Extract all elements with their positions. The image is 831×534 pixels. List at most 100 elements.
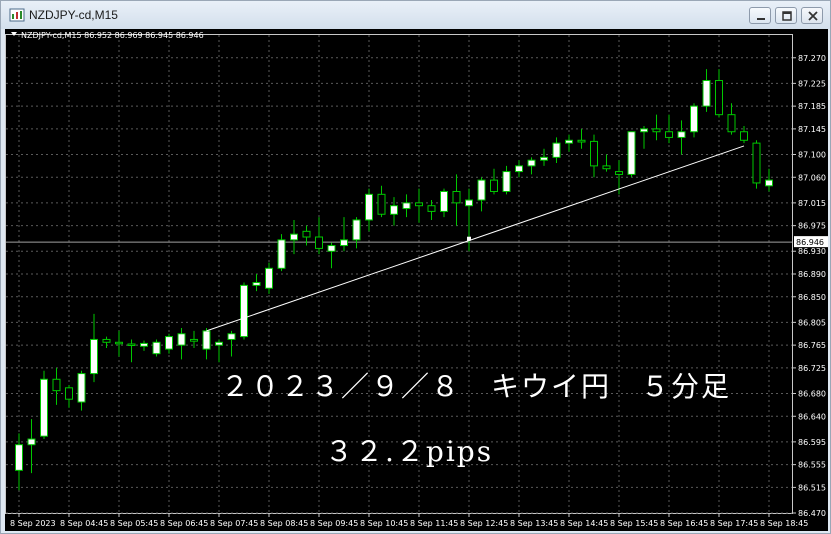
y-tick-label: 86.470 bbox=[798, 509, 826, 518]
candle-bear bbox=[715, 80, 723, 116]
y-tick-label: 86.640 bbox=[798, 412, 826, 421]
x-tick-label: 8 Sep 15:45 bbox=[610, 519, 658, 528]
chart-header-text: NZDJPY-cd,M15 86.952 86.969 86.945 86.94… bbox=[21, 31, 204, 40]
candle-bull bbox=[527, 159, 536, 167]
candle-bull bbox=[77, 373, 86, 403]
candle-bear bbox=[190, 338, 198, 342]
candle-bear bbox=[727, 114, 736, 133]
y-tick-label: 87.270 bbox=[798, 54, 826, 63]
y-tick-label: 87.185 bbox=[798, 102, 826, 111]
x-tick-label: 8 Sep 2023 bbox=[10, 519, 56, 528]
candle-bull bbox=[40, 378, 48, 437]
y-tick-label: 87.015 bbox=[798, 199, 826, 208]
candle-bear bbox=[452, 190, 461, 204]
candle-bull bbox=[702, 80, 711, 107]
candle-bull bbox=[27, 438, 36, 446]
candle-bull bbox=[690, 105, 698, 133]
title-bar[interactable]: NZDJPY-cd,M15 bbox=[1, 1, 830, 29]
maximize-button[interactable] bbox=[775, 7, 797, 24]
candle-bear bbox=[652, 128, 661, 133]
y-tick-label: 87.100 bbox=[798, 151, 826, 160]
annotation-pips: ３２.２pips bbox=[325, 435, 494, 468]
candle-bull bbox=[502, 171, 511, 192]
x-tick-label: 8 Sep 12:45 bbox=[460, 519, 508, 528]
y-tick-label: 87.145 bbox=[798, 125, 826, 134]
candle-bear bbox=[590, 140, 598, 167]
minimize-icon bbox=[757, 18, 765, 20]
candle-bull bbox=[677, 131, 686, 138]
candle-bull bbox=[177, 333, 186, 346]
candle-bull bbox=[140, 342, 148, 347]
price-chart[interactable]: 87.270 87.225 87.185 87.145 87.100 87.060 87.0… bbox=[5, 29, 828, 531]
candle-bear bbox=[377, 193, 386, 215]
trendline-midpoint-handle bbox=[467, 236, 471, 241]
x-tick-label: 8 Sep 18:45 bbox=[760, 519, 808, 528]
y-tick-label: 86.680 bbox=[798, 390, 826, 399]
candle-bull bbox=[765, 179, 773, 187]
candle-bull bbox=[340, 239, 348, 247]
candle-bear bbox=[615, 171, 623, 175]
candle-bull bbox=[352, 219, 361, 241]
x-tick-label: 8 Sep 14:45 bbox=[560, 519, 608, 528]
candle-bull bbox=[15, 444, 23, 471]
candle-bear bbox=[490, 179, 498, 192]
candle-bull bbox=[477, 179, 486, 201]
candle-bull bbox=[440, 190, 448, 212]
candle-bull bbox=[565, 139, 573, 144]
candle-bull bbox=[290, 233, 298, 241]
candle-bull bbox=[465, 199, 473, 207]
y-tick-label: 87.060 bbox=[798, 173, 826, 182]
candle-bear bbox=[665, 131, 673, 138]
candle-bear bbox=[602, 165, 611, 170]
candle-bull bbox=[152, 341, 161, 355]
candle-bear bbox=[740, 131, 748, 141]
candle-bull bbox=[277, 239, 286, 269]
current-price-label: 86.946 bbox=[796, 238, 824, 247]
candle-bear bbox=[427, 205, 436, 212]
x-tick-label: 8 Sep 06:45 bbox=[160, 519, 208, 528]
candle-bull bbox=[402, 202, 411, 210]
y-tick-label: 86.805 bbox=[798, 318, 826, 327]
close-button[interactable] bbox=[801, 7, 823, 24]
candle-bear bbox=[302, 230, 311, 238]
candle-bull bbox=[202, 330, 211, 350]
y-tick-label: 86.890 bbox=[798, 270, 826, 279]
y-tick-label: 86.555 bbox=[798, 461, 826, 470]
y-tick-label: 86.850 bbox=[798, 293, 826, 302]
candle-bull bbox=[627, 131, 636, 175]
x-tick-label: 8 Sep 08:45 bbox=[260, 519, 308, 528]
y-tick-label: 87.225 bbox=[798, 79, 826, 88]
annotation-title: ２０２３／９／８ キウイ円 ５分足 bbox=[221, 370, 732, 403]
minimize-button[interactable] bbox=[749, 7, 771, 24]
x-tick-label: 8 Sep 04:45 bbox=[60, 519, 108, 528]
x-tick-label: 8 Sep 13:45 bbox=[510, 519, 558, 528]
candle-bear bbox=[127, 343, 136, 346]
y-tick-label: 86.595 bbox=[798, 438, 826, 447]
candle-bull bbox=[215, 341, 223, 346]
candle-bull bbox=[227, 333, 236, 340]
x-tick-label: 8 Sep 16:45 bbox=[660, 519, 708, 528]
y-tick-label: 86.930 bbox=[798, 247, 826, 256]
x-tick-label: 8 Sep 05:45 bbox=[110, 519, 158, 528]
y-tick-label: 86.975 bbox=[798, 222, 826, 231]
candle-bull bbox=[252, 282, 261, 286]
chart-window-icon bbox=[9, 8, 25, 22]
x-tick-label: 8 Sep 09:45 bbox=[310, 519, 358, 528]
x-tick-label: 8 Sep 11:45 bbox=[410, 519, 458, 528]
x-tick-label: 8 Sep 17:45 bbox=[710, 519, 758, 528]
candle-bull bbox=[390, 205, 398, 215]
chart-window: NZDJPY-cd,M15 87.270 87.225 87.185 87.145 87… bbox=[0, 0, 831, 534]
candle-bear bbox=[52, 378, 61, 392]
x-tick-label: 8 Sep 10:45 bbox=[360, 519, 408, 528]
candle-bear bbox=[752, 142, 761, 184]
candle-bear bbox=[315, 236, 323, 249]
candle-bear bbox=[65, 387, 73, 400]
y-tick-label: 86.765 bbox=[798, 341, 826, 350]
candle-bull bbox=[240, 284, 248, 338]
candle-bull bbox=[640, 128, 648, 133]
candle-bear bbox=[415, 202, 423, 207]
candle-bear bbox=[577, 139, 586, 143]
candle-bull bbox=[165, 336, 173, 350]
candle-bull bbox=[515, 165, 523, 173]
close-icon bbox=[808, 11, 818, 21]
